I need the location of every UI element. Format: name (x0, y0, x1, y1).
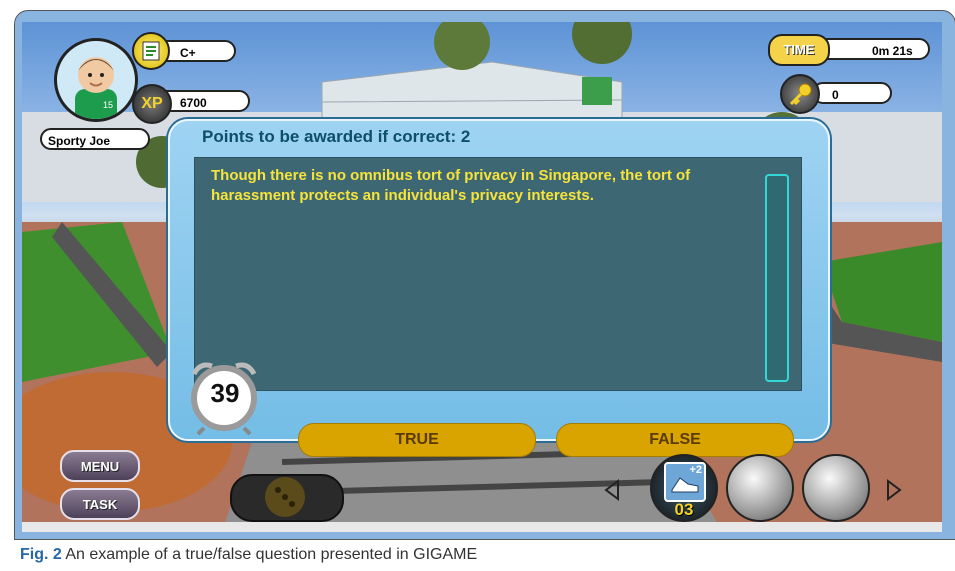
boost-label: +2 (689, 464, 702, 476)
player-avatar[interactable]: 15 (54, 38, 138, 122)
powerup-slot-3[interactable] (802, 454, 870, 522)
key-icon (780, 74, 820, 114)
time-label: TIME (783, 42, 815, 57)
dice-icon (265, 477, 305, 517)
grade-value: C+ (180, 46, 196, 60)
question-scrollbar[interactable] (765, 174, 789, 382)
powerup-slot-1[interactable]: +2 03 (650, 454, 718, 522)
caption-text: An example of a true/false question pres… (65, 546, 478, 563)
xp-value: 6700 (180, 96, 207, 110)
true-button[interactable]: TRUE (298, 423, 536, 457)
powerup-count: 03 (674, 500, 694, 519)
keys-count: 0 (832, 88, 839, 102)
alarm-clock-icon: 39 (190, 362, 260, 436)
arrow-left-icon[interactable] (602, 478, 622, 502)
points-heading: Points to be awarded if correct: 2 (202, 127, 471, 146)
notepad-icon[interactable] (132, 32, 170, 70)
question-text: Though there is no omnibus tort of priva… (211, 167, 691, 204)
caption-label: Fig. 2 (20, 546, 62, 563)
menu-button[interactable]: MENU (60, 450, 140, 482)
game-viewport: 15 Sporty Joe C+ 6700 XP 0m 21s TIME 0 P… (22, 22, 942, 532)
task-button[interactable]: TASK (60, 488, 140, 520)
xp-icon: XP (132, 84, 172, 124)
dice-button[interactable] (230, 474, 344, 522)
powerup-slot-2[interactable] (726, 454, 794, 522)
arrow-right-icon[interactable] (884, 478, 904, 502)
false-button[interactable]: FALSE (556, 423, 794, 457)
question-dialog: Points to be awarded if correct: 2 Thoug… (168, 119, 830, 457)
figure-caption: Fig. 2 An example of a true/false questi… (20, 546, 477, 564)
question-panel: Though there is no omnibus tort of priva… (194, 157, 802, 391)
time-value: 0m 21s (872, 44, 913, 58)
keys-bar: 0 (812, 82, 892, 104)
player-name: Sporty Joe (48, 134, 111, 148)
shoe-icon: +2 (664, 462, 706, 502)
time-badge: TIME (768, 34, 830, 66)
jersey-number: 15 (103, 100, 114, 110)
player-name-bar: Sporty Joe (40, 128, 150, 150)
avatar-portrait (75, 57, 117, 119)
xp-label: XP (141, 95, 163, 112)
countdown-value: 39 (210, 378, 240, 408)
